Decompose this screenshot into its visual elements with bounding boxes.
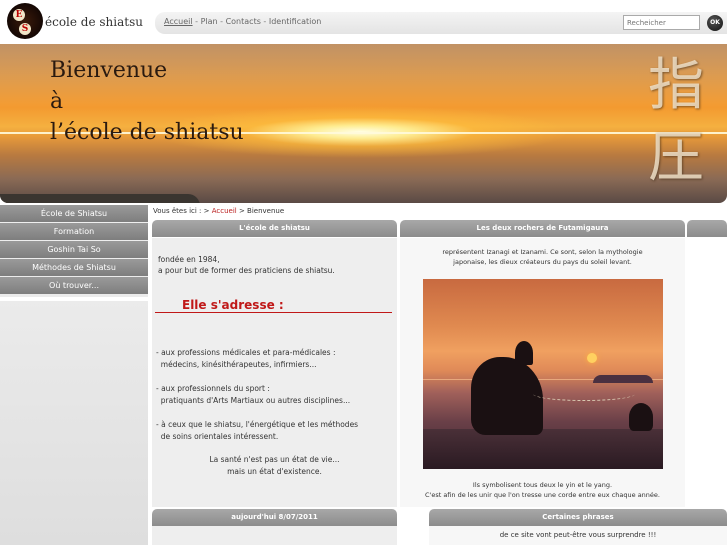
search-input[interactable] (623, 15, 700, 30)
shiatsu-kanji: 指圧 (648, 53, 704, 190)
audience-medical-detail: médecins, kinésithérapeutes, infirmiers.… (156, 360, 317, 369)
logo-text[interactable]: école de shiatsu (45, 15, 143, 29)
goal-text: a pour but de former des praticiens de s… (158, 266, 335, 275)
photo-far-hill (593, 375, 653, 383)
quote-line-1: La santé n'est pas un état de vie... (209, 455, 340, 464)
sidebar-item-ou-trouver[interactable]: Où trouver... (0, 277, 148, 294)
audience-others-detail: de soins orientales intéressent. (156, 432, 279, 441)
school-logo[interactable]: E S (7, 3, 43, 39)
nav-link-accueil[interactable]: Accueil (164, 17, 193, 26)
audience-medical: - aux professions médicales et para-médi… (156, 348, 336, 357)
banner-title-line-2: à (50, 89, 64, 114)
welcome-banner: Bienvenue à l’école de shiatsu 指圧 (0, 44, 727, 203)
sidebar-item-methodes[interactable]: Méthodes de Shiatsu (0, 259, 148, 276)
sidebar-item-goshin[interactable]: Goshin Tai So (0, 241, 148, 258)
sidebar-menu: École de Shiatsu Formation Goshin Tai So… (0, 205, 148, 545)
logo-letter-s: S (19, 23, 31, 35)
breadcrumb-current: > Bienvenue (236, 207, 285, 215)
panel-ecole-header: L'école de shiatsu (152, 220, 397, 237)
phrases-text: de ce site vont peut-être vous surprendr… (499, 531, 657, 539)
rochers-intro-line-1: représentent Izanagi et Izanami. Ce sont… (442, 248, 643, 256)
panel-ecole-body: fondée en 1984, a pour but de former des… (152, 238, 397, 507)
audience-heading: Elle s'adresse : (182, 298, 284, 312)
nav-link-plan[interactable]: Plan (201, 17, 218, 26)
audience-others: - à ceux que le shiatsu, l'énergétique e… (156, 420, 359, 429)
nav-separator: - (192, 17, 201, 26)
search-ok-button[interactable]: OK (707, 15, 723, 31)
banner-shore (0, 194, 200, 203)
photo-small-rock (629, 403, 653, 431)
sidebar-item-formation[interactable]: Formation (0, 223, 148, 240)
banner-title: Bienvenue à l’école de shiatsu (50, 55, 244, 148)
audience-heading-rule (155, 312, 392, 313)
top-navigation-bar: Accueil - Plan - Contacts - Identificati… (155, 12, 727, 34)
top-nav-links: Accueil - Plan - Contacts - Identificati… (164, 17, 321, 26)
panel-right-edge-header (687, 220, 727, 237)
rochers-caption-line-1: Ils symbolisent tous deux le yin et le y… (472, 481, 613, 489)
nav-link-contacts[interactable]: Contacts (226, 17, 261, 26)
rochers-intro-line-2: japonaise, les dieux créateurs du pays d… (453, 258, 632, 266)
nav-link-identification[interactable]: Identification (269, 17, 321, 26)
panel-today-header: aujourd'hui 8/07/2011 (152, 509, 397, 526)
breadcrumb-link-accueil[interactable]: Accueil (212, 207, 237, 215)
nav-separator: - (260, 17, 269, 26)
sidebar-item-ecole[interactable]: École de Shiatsu (0, 205, 148, 222)
site-header: E S école de shiatsu Accueil - Plan - Co… (0, 0, 727, 44)
rochers-caption-line-2: C'est afin de les unir que l'on tresse u… (425, 491, 660, 499)
photo-sea (423, 429, 663, 469)
photo-sacred-rope (533, 387, 635, 401)
audience-sport-detail: pratiquants d'Arts Martiaux ou autres di… (156, 396, 351, 405)
photo-sun (587, 353, 597, 363)
panel-rochers-header: Les deux rochers de Futamigaura (400, 220, 685, 237)
nav-separator: - (217, 17, 226, 26)
banner-title-line-3: l’école de shiatsu (50, 120, 244, 145)
breadcrumb: Vous êtes ici : > Accueil > Bienvenue (153, 207, 284, 215)
breadcrumb-prefix: Vous êtes ici : > (153, 207, 212, 215)
quote-line-2: mais un état d'existence. (227, 467, 322, 476)
logo-letter-e: E (13, 9, 25, 21)
futamigaura-rocks-photo (423, 279, 663, 469)
photo-large-rock (471, 357, 543, 435)
panel-phrases-header: Certaines phrases (429, 509, 727, 526)
photo-large-rock-peak (515, 341, 533, 365)
banner-title-line-1: Bienvenue (50, 58, 168, 83)
sidebar-divider (0, 297, 148, 301)
audience-sport: - aux professionnels du sport : (156, 384, 270, 393)
panel-today-body (152, 526, 397, 545)
